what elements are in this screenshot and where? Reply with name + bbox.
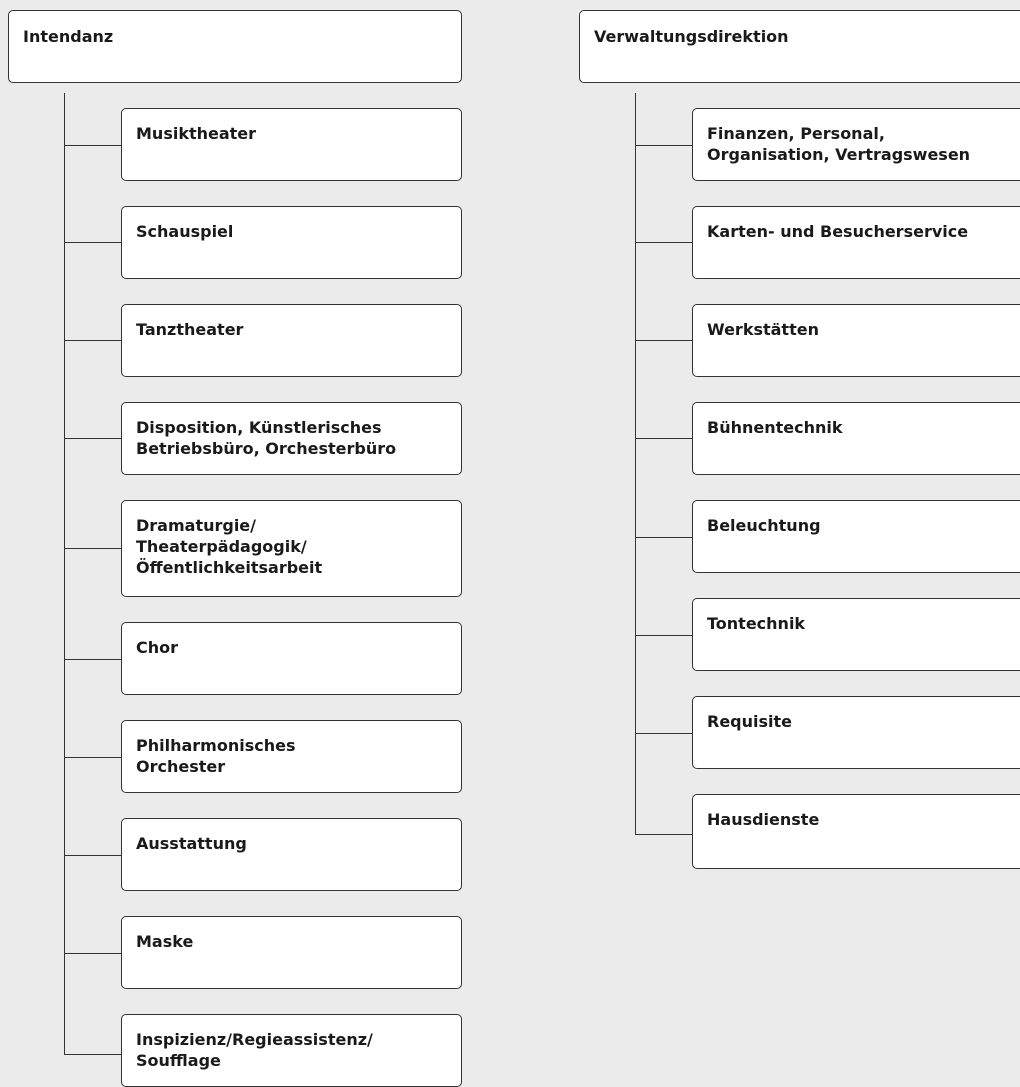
child-label: Chor [136,638,179,657]
connector-trunk-verwaltungsdirektion [635,93,636,834]
child-label: Organisation, Vertragswesen [707,145,971,164]
child-label: Ausstattung [136,834,247,853]
child-box-hausdienste: Hausdienste [692,794,1020,869]
child-box-buehnentechnik: Bühnentechnik [692,402,1020,475]
child-label: Schauspiel [136,222,234,241]
root-box-verwaltungsdirektion: Verwaltungsdirektion [579,10,1020,83]
child-label: Finanzen, Personal, [707,124,885,143]
child-label: Beleuchtung [707,516,821,535]
child-label: Betriebsbüro, Orchesterbüro [136,439,397,458]
child-box-philharmonisches-orchester: Philharmonisches Orchester [121,720,462,793]
connector-branch [635,834,692,835]
child-label: Werkstätten [707,320,819,339]
child-box-disposition: Disposition, Künstlerisches Betriebsbüro… [121,402,462,475]
child-box-tontechnik: Tontechnik [692,598,1020,671]
child-label: Disposition, Künstlerisches [136,418,382,437]
connector-branch [64,953,121,954]
connector-trunk-intendanz [64,93,65,1055]
connector-branch [635,340,692,341]
connector-branch [64,340,121,341]
child-label: Musiktheater [136,124,257,143]
child-label: Inspizienz/Regieassistenz/ [136,1030,373,1049]
child-box-tanztheater: Tanztheater [121,304,462,377]
connector-branch [635,733,692,734]
connector-branch [64,659,121,660]
child-box-musiktheater: Musiktheater [121,108,462,181]
child-label: Soufflage [136,1051,221,1070]
connector-branch [635,635,692,636]
child-box-inspizienz: Inspizienz/Regieassistenz/ Soufflage [121,1014,462,1087]
child-box-werkstaetten: Werkstätten [692,304,1020,377]
child-label: Tontechnik [707,614,806,633]
child-label: Philharmonisches [136,736,296,755]
child-label: Maske [136,932,194,951]
child-box-ausstattung: Ausstattung [121,818,462,891]
connector-branch [635,438,692,439]
child-label: Hausdienste [707,810,820,829]
child-box-schauspiel: Schauspiel [121,206,462,279]
connector-branch [635,537,692,538]
child-box-maske: Maske [121,916,462,989]
child-box-chor: Chor [121,622,462,695]
connector-branch [64,242,121,243]
child-label: Theaterpädagogik/ [136,537,307,556]
child-box-besucherservice: Karten- und Besucherservice [692,206,1020,279]
connector-branch [64,548,121,549]
connector-branch [635,145,692,146]
connector-branch [64,855,121,856]
child-box-beleuchtung: Beleuchtung [692,500,1020,573]
child-label: Bühnentechnik [707,418,843,437]
child-label: Karten- und Besucherservice [707,222,969,241]
child-label: Dramaturgie/ [136,516,256,535]
child-label: Orchester [136,757,226,776]
root-box-intendanz: Intendanz [8,10,462,83]
root-label-verwaltungsdirektion: Verwaltungsdirektion [594,27,789,46]
child-label: Öffentlichkeitsarbeit [136,558,323,577]
connector-branch [64,438,121,439]
connector-branch [64,145,121,146]
child-label: Tanztheater [136,320,244,339]
child-label: Requisite [707,712,793,731]
child-box-dramaturgie: Dramaturgie/ Theaterpädagogik/ Öffentlic… [121,500,462,597]
root-label-intendanz: Intendanz [23,27,114,46]
connector-branch [64,757,121,758]
child-box-finanzen: Finanzen, Personal, Organisation, Vertra… [692,108,1020,181]
connector-branch [64,1054,121,1055]
child-box-requisite: Requisite [692,696,1020,769]
connector-branch [635,242,692,243]
